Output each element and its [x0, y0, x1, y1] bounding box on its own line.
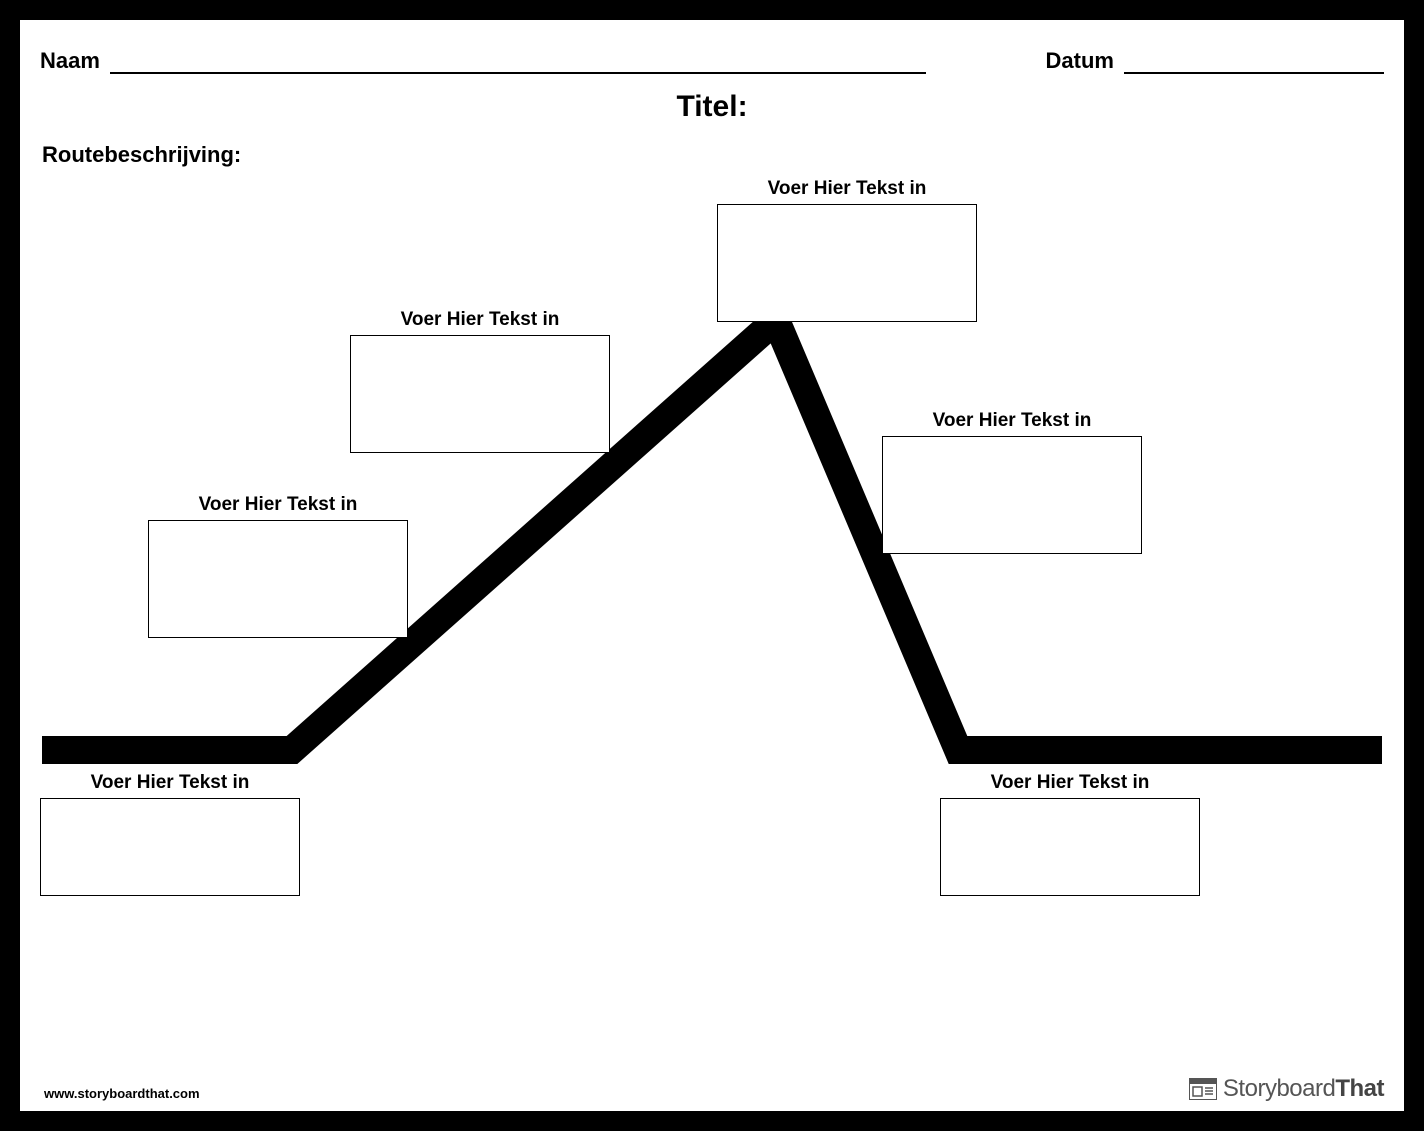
- rising2-box[interactable]: [350, 335, 610, 453]
- brand-logo: StoryboardThat: [1189, 1075, 1384, 1103]
- falling-label: Voer Hier Tekst in: [882, 410, 1142, 432]
- exposition-label: Voer Hier Tekst in: [40, 772, 300, 794]
- exposition-box[interactable]: [40, 798, 300, 896]
- brand-word-b: That: [1335, 1075, 1384, 1102]
- brand-word-a: Storyboard: [1223, 1075, 1335, 1102]
- climax-label: Voer Hier Tekst in: [717, 178, 977, 200]
- rising1-box[interactable]: [148, 520, 408, 638]
- resolution-box[interactable]: [940, 798, 1200, 896]
- falling-box[interactable]: [882, 436, 1142, 554]
- worksheet-page: Naam Datum Titel: Routebeschrijving: Voe…: [20, 20, 1404, 1111]
- resolution-label: Voer Hier Tekst in: [940, 772, 1200, 794]
- footer-url: www.storyboardthat.com: [44, 1086, 200, 1101]
- rising1-label: Voer Hier Tekst in: [148, 494, 408, 516]
- climax-box[interactable]: [717, 204, 977, 322]
- rising2-label: Voer Hier Tekst in: [350, 309, 610, 331]
- storyboard-icon: [1189, 1078, 1217, 1100]
- brand-text: StoryboardThat: [1223, 1075, 1384, 1103]
